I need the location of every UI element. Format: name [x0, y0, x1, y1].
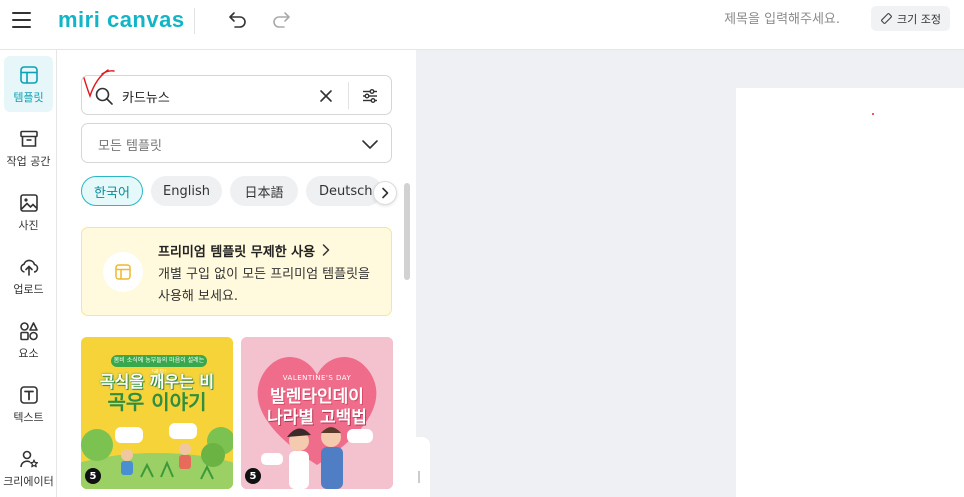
header-divider — [194, 8, 195, 34]
template-icon — [19, 65, 38, 84]
sidebar-item-template[interactable]: 템플릿 — [4, 56, 53, 112]
card-title-line2: 나라별 고백법 — [267, 408, 367, 428]
creator-icon — [19, 450, 38, 467]
sidebar-item-label: 업로드 — [13, 282, 44, 296]
promo-icon-circle — [103, 252, 143, 292]
resize-button[interactable]: 크기 조정 — [871, 6, 950, 31]
resize-button-label: 크기 조정 — [897, 12, 941, 26]
chip-korean[interactable]: 한국어 — [81, 176, 143, 206]
shapes-icon — [19, 321, 38, 340]
premium-promo-banner[interactable]: 프리미엄 템플릿 무제한 사용 개별 구입 없이 모든 프리미엄 템플릿을 사용… — [81, 227, 392, 316]
search-divider — [348, 82, 349, 109]
sidebar-item-label: 요소 — [18, 346, 39, 360]
promo-description: 개별 구입 없이 모든 프리미엄 템플릿을 사용해 보세요. — [158, 267, 371, 304]
chevron-down-icon — [362, 140, 378, 149]
archive-icon — [19, 130, 38, 147]
photo-icon — [19, 193, 38, 212]
undo-icon[interactable] — [228, 9, 248, 29]
chevron-right-icon — [382, 187, 389, 199]
canvas-workspace[interactable] — [416, 50, 964, 497]
top-header: miri canvas 제목을 입력해주세요. 크기 조정 — [0, 0, 964, 50]
chips-next-button[interactable] — [373, 181, 397, 205]
sidebar-item-workspace[interactable]: 작업 공간 — [0, 120, 57, 176]
ruler-icon — [881, 13, 892, 24]
chip-english[interactable]: English — [151, 176, 222, 206]
sidebar-item-upload[interactable]: 업로드 — [0, 248, 57, 304]
template-search-box[interactable]: 카드뉴스 — [81, 75, 392, 115]
menu-icon[interactable] — [12, 11, 32, 29]
sidebar-item-label: 템플릿 — [13, 90, 44, 104]
template-card[interactable]: VALENTINE'S DAY 발렌타인데이 나라별 고백법 5 — [241, 337, 393, 489]
left-sidebar: 템플릿 작업 공간 사진 업로드 요소 텍스트 크리에이터 — [0, 50, 57, 497]
template-icon — [115, 264, 131, 280]
template-type-dropdown[interactable]: 모든 템플릿 — [81, 123, 392, 163]
canvas-dot — [872, 113, 874, 115]
page-count-badge: 5 — [245, 468, 261, 484]
app-logo[interactable]: miri canvas — [58, 7, 185, 33]
sidebar-item-text[interactable]: 텍스트 — [0, 376, 57, 432]
panel-collapse-handle[interactable] — [416, 437, 430, 497]
template-card[interactable]: 봄비 소식에 농부들의 마음이 설레는 '곡우' 곡식을 깨우는 비 곡우 이야… — [81, 337, 233, 489]
document-title-input[interactable]: 제목을 입력해주세요. — [640, 8, 840, 28]
text-icon — [19, 385, 38, 404]
promo-title: 프리미엄 템플릿 무제한 사용 — [158, 245, 316, 260]
sidebar-item-label: 크리에이터 — [3, 474, 54, 488]
sidebar-item-label: 사진 — [18, 218, 39, 232]
sidebar-item-label: 텍스트 — [13, 410, 44, 424]
handwritten-check-mark — [83, 69, 115, 98]
filter-sliders-icon[interactable] — [361, 87, 379, 105]
language-chips: 한국어 English 日本語 Deutsch — [81, 176, 397, 207]
sidebar-item-elements[interactable]: 요소 — [0, 312, 57, 368]
search-input[interactable]: 카드뉴스 — [122, 87, 170, 106]
card-title-line2: 곡우 이야기 — [107, 390, 207, 414]
dropdown-selected-value: 모든 템플릿 — [98, 139, 162, 154]
page-count-badge: 5 — [85, 468, 101, 484]
redo-icon[interactable] — [271, 9, 291, 29]
sidebar-item-label: 작업 공간 — [6, 154, 51, 168]
chip-japanese[interactable]: 日本語 — [230, 176, 298, 206]
card-subtitle: VALENTINE'S DAY — [282, 374, 352, 382]
card-subtitle: 봄비 소식에 농부들의 마음이 설레는 '곡우' — [111, 355, 207, 376]
panel-scrollbar[interactable] — [404, 183, 410, 280]
chevron-right-icon — [322, 244, 330, 256]
template-panel: 카드뉴스 모든 템플릿 한국어 English 日本語 Deutsch 프리미엄… — [57, 50, 416, 497]
close-icon[interactable] — [318, 88, 334, 104]
upload-cloud-icon — [19, 259, 38, 276]
canvas-page[interactable] — [736, 88, 964, 497]
sidebar-item-creator[interactable]: 크리에이터 — [0, 440, 57, 496]
sidebar-item-photo[interactable]: 사진 — [0, 184, 57, 240]
chip-german[interactable]: Deutsch — [306, 176, 382, 206]
